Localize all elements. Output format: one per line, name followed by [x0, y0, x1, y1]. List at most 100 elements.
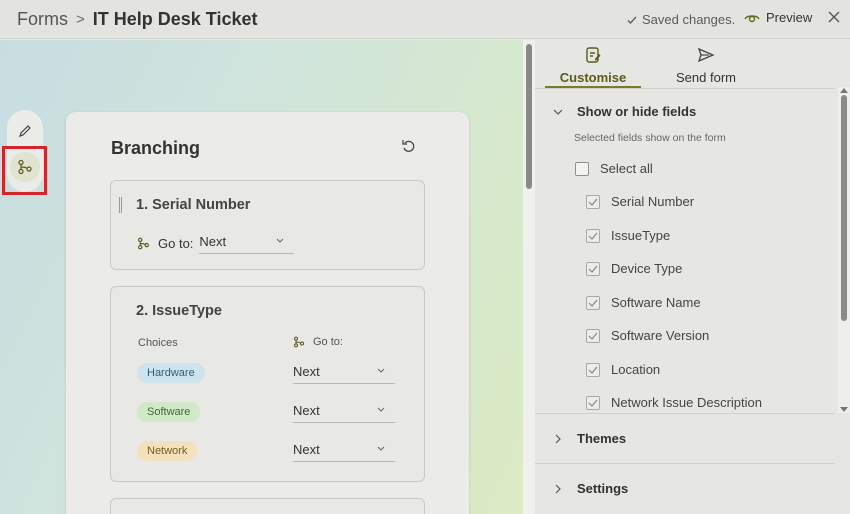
goto-select-hardware[interactable]: Next [293, 363, 395, 384]
chevron-right-icon [555, 484, 561, 493]
chevron-down-icon [277, 238, 284, 243]
scroll-down-icon[interactable] [840, 407, 848, 412]
check-icon [588, 366, 598, 374]
goto-select-network[interactable]: Next [293, 441, 395, 462]
choices-label: Choices [138, 337, 178, 349]
goto-value: Next [199, 234, 227, 249]
field-label: Software Version [611, 328, 710, 343]
question-card-serial-number: 1. Serial Number Go to: Next [110, 180, 425, 270]
edit-button[interactable] [10, 116, 40, 146]
tab-label: Customise [559, 70, 627, 85]
field-checkbox-issuetype[interactable]: IssueType [586, 228, 670, 243]
section-themes[interactable]: Themes [535, 431, 835, 446]
checkbox[interactable] [586, 328, 600, 343]
goto-value: Next [293, 403, 320, 418]
field-checkbox-network-issue-description[interactable]: Network Issue Description [586, 395, 762, 410]
goto-value: Next [293, 442, 320, 457]
checkbox[interactable] [575, 161, 589, 176]
check-icon [588, 232, 598, 240]
branch-icon [138, 237, 149, 250]
field-label: Serial Number [611, 194, 695, 209]
highlight-box [2, 146, 47, 195]
goto-row: Go to: Next [137, 233, 295, 254]
canvas-scrollbar[interactable] [523, 40, 535, 514]
choice-chip-hardware: Hardware [137, 363, 205, 383]
question-card-next [110, 498, 425, 514]
divider [535, 88, 835, 89]
section-show-hide-fields[interactable]: Show or hide fields [535, 104, 835, 119]
field-checkbox-software-name[interactable]: Software Name [586, 295, 701, 310]
saved-status: Saved changes. [626, 12, 735, 27]
question-card-issuetype: 2. IssueType Choices Go to: Hardware Nex… [110, 286, 425, 482]
field-checkbox-location[interactable]: Location [586, 362, 660, 377]
chevron-down-icon [377, 446, 385, 451]
goto-select-software[interactable]: Next [293, 402, 395, 423]
check-icon [588, 265, 598, 273]
chevron-down-icon [377, 368, 385, 373]
preview-label: Preview [766, 10, 813, 25]
tab-send-form[interactable]: Send form [650, 40, 762, 88]
check-icon [588, 299, 598, 307]
field-checkbox-software-version[interactable]: Software Version [586, 328, 709, 343]
checkbox[interactable] [586, 362, 600, 377]
tab-customise[interactable]: Customise [545, 40, 641, 88]
branching-card: Branching 1. Serial Number Go to: Next 2… [66, 112, 469, 514]
scrollbar-thumb[interactable] [526, 44, 532, 189]
divider [535, 463, 835, 464]
check-icon [588, 399, 598, 407]
breadcrumb-forms-link[interactable]: Forms [17, 9, 68, 30]
goto-value: Next [293, 364, 320, 379]
goto-header: Go to: [293, 336, 343, 348]
reset-icon[interactable] [401, 138, 417, 154]
panel-scrollbar[interactable] [838, 87, 850, 413]
goto-label: Go to: [158, 236, 194, 251]
field-checkbox-device-type[interactable]: Device Type [586, 261, 682, 276]
close-icon[interactable] [826, 9, 842, 25]
choice-chip-network: Network [137, 441, 198, 461]
tab-label: Send form [676, 70, 736, 85]
preview-button[interactable]: Preview [744, 10, 812, 25]
section-title: Show or hide fields [577, 104, 697, 119]
customise-icon [586, 47, 601, 63]
question-title: 1. Serial Number [136, 197, 251, 213]
page-title: IT Help Desk Ticket [92, 9, 258, 29]
drag-handle-icon[interactable] [119, 197, 122, 213]
section-settings[interactable]: Settings [535, 481, 835, 496]
field-label: Device Type [611, 261, 683, 276]
checkbox-label: Select all [600, 161, 653, 176]
field-checkbox-serial-number[interactable]: Serial Number [586, 194, 694, 209]
checkbox[interactable] [586, 295, 600, 310]
divider [535, 413, 835, 414]
breadcrumb: Forms > IT Help Desk Ticket [17, 9, 258, 30]
send-icon [697, 47, 715, 63]
top-bar: Forms > IT Help Desk Ticket Saved change… [0, 0, 850, 39]
scrollbar-thumb[interactable] [841, 95, 847, 321]
scroll-up-icon[interactable] [840, 88, 848, 93]
chevron-right-icon [555, 434, 561, 443]
chevron-down-icon [377, 407, 385, 412]
eye-icon [744, 14, 760, 22]
field-label: Network Issue Description [611, 395, 762, 410]
choice-chip-software: Software [137, 402, 201, 422]
checkbox[interactable] [586, 194, 600, 209]
check-icon [627, 16, 637, 24]
branching-title: Branching [111, 138, 201, 158]
chevron-down-icon [553, 109, 563, 115]
field-label: Software Name [611, 295, 701, 310]
field-label: Location [611, 362, 661, 377]
checkbox[interactable] [586, 261, 600, 276]
section-title: Settings [577, 481, 629, 496]
saved-status-text: Saved changes. [642, 12, 736, 27]
question-title: 2. IssueType [136, 303, 222, 319]
check-icon [588, 332, 598, 340]
field-label: IssueType [611, 228, 671, 243]
checkbox[interactable] [586, 395, 600, 410]
breadcrumb-separator: > [76, 11, 85, 28]
check-icon [588, 198, 598, 206]
branch-icon [293, 336, 305, 348]
customise-panel: Customise Send form Show or hide fields … [535, 40, 850, 514]
section-title: Themes [577, 431, 627, 446]
goto-select[interactable]: Next [199, 233, 295, 254]
select-all-checkbox[interactable]: Select all [575, 161, 653, 176]
checkbox[interactable] [586, 228, 600, 243]
